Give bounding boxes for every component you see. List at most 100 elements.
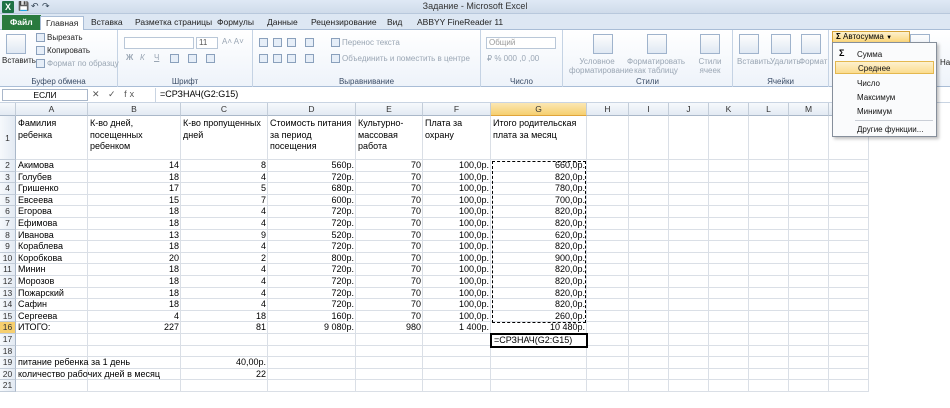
row-header-3[interactable]: 3 [0, 171, 16, 184]
table-cell[interactable]: 100,0р. [423, 253, 491, 265]
grid-cell[interactable] [709, 345, 749, 358]
grid-cell[interactable] [587, 229, 629, 242]
grid-cell[interactable] [709, 334, 749, 346]
grid-cell[interactable] [669, 183, 709, 195]
grid-cell[interactable] [789, 310, 829, 323]
grid-cell[interactable] [709, 252, 749, 265]
name-box[interactable]: ЕСЛИ [2, 89, 88, 101]
row-header-6[interactable]: 6 [0, 206, 16, 218]
table-cell[interactable]: 70 [356, 276, 423, 288]
align-top-icon[interactable] [259, 38, 268, 47]
grid-cell[interactable] [423, 334, 491, 346]
grid-cell[interactable] [749, 310, 789, 323]
grid-cell[interactable] [829, 310, 869, 323]
table-cell[interactable]: Морозов [16, 276, 88, 288]
table-cell[interactable]: 800р. [268, 253, 356, 265]
cut-button[interactable]: Вырезать [36, 33, 83, 43]
grid-cell[interactable] [669, 160, 709, 172]
grid-cell[interactable] [709, 299, 749, 311]
row-header-19[interactable]: 19 [0, 357, 16, 369]
grid-cell[interactable] [789, 357, 829, 369]
grid-cell[interactable] [789, 287, 829, 300]
grid-cell[interactable] [629, 116, 669, 160]
grid-cell[interactable] [629, 357, 669, 369]
grid-cell[interactable] [709, 218, 749, 230]
grid-cell[interactable] [709, 264, 749, 276]
table-cell[interactable]: Коробкова [16, 253, 88, 265]
grid-cell[interactable] [423, 357, 491, 369]
column-header-f[interactable]: F [423, 103, 491, 116]
table-cell[interactable]: 100,0р. [423, 160, 491, 172]
grid-cell[interactable] [829, 218, 869, 230]
grid-cell[interactable] [587, 345, 629, 358]
table-cell[interactable]: 17 [88, 183, 181, 195]
grid-cell[interactable] [789, 206, 829, 218]
table-cell[interactable]: Иванова [16, 230, 88, 242]
table-cell[interactable]: Егорова [16, 206, 88, 218]
grid-cell[interactable] [587, 368, 629, 381]
grid-cell[interactable] [749, 368, 789, 381]
grid-cell[interactable] [16, 380, 88, 392]
table-cell[interactable]: Сафин [16, 299, 88, 311]
table-cell[interactable]: 18 [88, 241, 181, 253]
grid-cell[interactable] [709, 368, 749, 381]
row-header-1[interactable]: 1 [0, 116, 16, 160]
table-cell[interactable]: 7 [181, 195, 268, 207]
row-header-11[interactable]: 11 [0, 264, 16, 276]
align-center-icon[interactable] [273, 54, 282, 63]
grid-cell[interactable] [88, 380, 181, 392]
select-all-corner[interactable] [0, 103, 16, 116]
row-header-17[interactable]: 17 [0, 334, 16, 346]
grid-cell[interactable] [789, 194, 829, 207]
grid-cell[interactable] [709, 206, 749, 218]
grid-cell[interactable] [268, 345, 356, 358]
grid-cell[interactable] [669, 241, 709, 253]
table-cell[interactable]: 720р. [268, 276, 356, 288]
grid-cell[interactable] [749, 160, 789, 172]
table-cell[interactable]: 18 [181, 311, 268, 323]
table-cell[interactable]: Акимова [16, 160, 88, 172]
table-cell[interactable]: 70 [356, 288, 423, 300]
table-cell[interactable]: Голубев [16, 172, 88, 184]
format-cells-button[interactable]: Формат [799, 57, 827, 66]
header-c[interactable]: К-во пропущенных дней [181, 116, 268, 160]
grid-cell[interactable] [629, 264, 669, 276]
grid-cell[interactable] [423, 368, 491, 381]
table-cell[interactable]: Пожарский [16, 288, 88, 300]
format-as-table-button[interactable]: Форматировать как таблицу [627, 57, 685, 75]
grid-cell[interactable] [88, 334, 181, 346]
row-header-10[interactable]: 10 [0, 252, 16, 265]
grid-cell[interactable] [789, 264, 829, 276]
grid-cell[interactable] [709, 322, 749, 334]
column-header-c[interactable]: C [181, 103, 268, 116]
table-cell[interactable]: 70 [356, 299, 423, 311]
insert-cells-icon[interactable] [739, 34, 759, 54]
paste-icon[interactable] [6, 34, 26, 54]
grid-cell[interactable] [587, 183, 629, 195]
header-g[interactable]: Итого родительская плата за месяц [491, 116, 587, 160]
grid-cell[interactable] [669, 380, 709, 392]
grid-cell[interactable] [789, 380, 829, 392]
table-cell[interactable]: 680р. [268, 183, 356, 195]
table-cell[interactable]: 720р. [268, 241, 356, 253]
grid-cell[interactable] [629, 183, 669, 195]
grid-cell[interactable] [829, 171, 869, 184]
grid-cell[interactable] [749, 287, 789, 300]
grid-cell[interactable] [709, 276, 749, 288]
table-cell[interactable]: 70 [356, 160, 423, 172]
grid-cell[interactable] [749, 229, 789, 242]
grid-cell[interactable] [587, 194, 629, 207]
column-header-j[interactable]: J [669, 103, 709, 116]
row-header-8[interactable]: 8 [0, 229, 16, 242]
table-cell[interactable]: 70 [356, 195, 423, 207]
table-cell[interactable]: Сергеева [16, 311, 88, 323]
table-cell[interactable]: 18 [88, 172, 181, 184]
grid-cell[interactable] [423, 345, 491, 358]
grid-cell[interactable] [587, 287, 629, 300]
grid-cell[interactable] [789, 345, 829, 358]
table-cell[interactable]: 70 [356, 230, 423, 242]
table-cell[interactable]: Евсеева [16, 195, 88, 207]
grid-cell[interactable] [789, 299, 829, 311]
grid-cell[interactable] [789, 322, 829, 334]
column-header-i[interactable]: I [629, 103, 669, 116]
